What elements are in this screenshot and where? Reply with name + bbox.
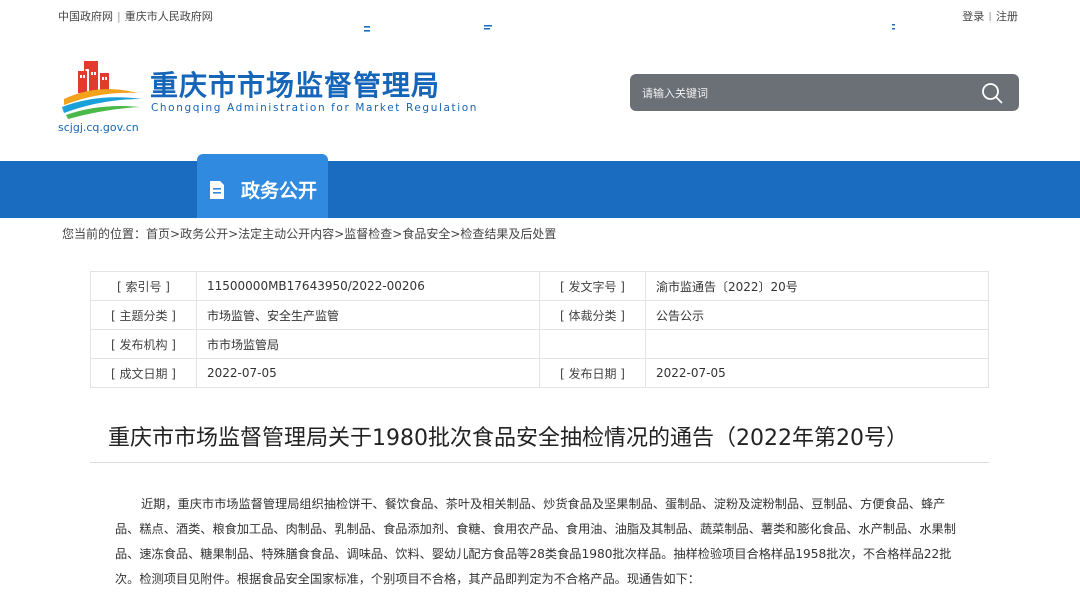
title-divider (90, 462, 989, 463)
nav-item-label: 各区县局 (920, 19, 997, 41)
search-icon[interactable] (981, 82, 1003, 104)
home-icon (86, 17, 110, 41)
nav-item-interaction[interactable]: 互动交流 (478, 0, 590, 57)
meta-value: 市场监管、安全生产监管 (196, 300, 540, 330)
breadcrumb-prefix: 您当前的位置： (62, 227, 147, 241)
nav-item-label: 互动交流 (514, 19, 591, 41)
breadcrumb: 您当前的位置：首页>政务公开>法定主动公开内容>监督检查>食品安全>检查结果及后… (62, 225, 556, 242)
table-row: [ 发布机构 ] 市市场监管局 (90, 329, 989, 359)
nav-item-home[interactable]: 首页 (86, 0, 160, 57)
breadcrumb-item-gov-affairs[interactable]: 政务公开 (180, 227, 228, 241)
site-title[interactable]: 重庆市市场监督管理局 (150, 64, 440, 104)
article-body: 近期，重庆市市场监督管理局组织抽检饼干、餐饮食品、茶叶及相关制品、炒货食品及坚果… (115, 497, 956, 586)
meta-value: 2022-07-05 (645, 358, 989, 388)
chat-icon (478, 17, 502, 41)
meta-key: [ 成文日期 ] (90, 358, 197, 388)
nav-item-gov-affairs[interactable]: 政务公开 (205, 161, 317, 218)
site-domain: scjgj.cq.gov.cn (58, 121, 139, 134)
stack-icon (750, 17, 774, 41)
document-icon (205, 178, 229, 202)
breadcrumb-sep: > (334, 227, 345, 241)
breadcrumb-sep: > (450, 227, 461, 241)
meta-value: 渝市监通告〔2022〕20号 (645, 271, 989, 301)
nav-item-data-release[interactable]: 数据发布 (613, 0, 725, 57)
register-link[interactable]: 注册 (996, 10, 1018, 23)
meta-key: [ 发文字号 ] (539, 271, 646, 301)
meta-key: [ 发布机构 ] (90, 329, 197, 359)
monitor-chart-icon (613, 17, 637, 41)
breadcrumb-sep: > (392, 227, 403, 241)
nav-item-districts[interactable]: 各区县局 (884, 0, 996, 57)
breadcrumb-item-supervision[interactable]: 监督检查 (344, 227, 392, 241)
meta-value: 公告公示 (645, 300, 989, 330)
meta-key: [ 体裁分类 ] (539, 300, 646, 330)
table-row: [ 成文日期 ] 2022-07-05 [ 发布日期 ] 2022-07-05 (90, 358, 989, 388)
table-row: [ 索引号 ] 11500000MB17643950/2022-00206 [ … (90, 271, 989, 301)
meta-key: [ 主题分类 ] (90, 300, 197, 330)
nav-item-label: 渝快办 (388, 19, 446, 41)
breadcrumb-item-statutory[interactable]: 法定主动公开内容 (238, 227, 334, 241)
book-icon (352, 17, 376, 41)
nav-item-label: 首页 (122, 19, 161, 41)
buildings-icon (884, 17, 908, 41)
main-nav (0, 161, 1080, 218)
meta-key: [ 索引号 ] (90, 271, 197, 301)
site-subtitle: Chongqing Administration for Market Regu… (151, 102, 479, 114)
table-row: [ 主题分类 ] 市场监管、安全生产监管 [ 体裁分类 ] 公告公示 (90, 300, 989, 330)
meta-value: 11500000MB17643950/2022-00206 (196, 271, 540, 301)
search-box (630, 74, 1019, 111)
search-input[interactable] (642, 83, 962, 103)
nav-item-yukuaiban[interactable]: 渝快办 (352, 0, 445, 57)
breadcrumb-sep: > (228, 227, 239, 241)
meta-key: [ 发布日期 ] (539, 358, 646, 388)
breadcrumb-item-home[interactable]: 首页 (146, 227, 170, 241)
article-title: 重庆市市场监督管理局关于1980批次食品安全抽检情况的通告（2022年第20号） (108, 426, 908, 451)
breadcrumb-item-results[interactable]: 检查结果及后处置 (460, 227, 556, 241)
nav-item-label: 专题专栏 (786, 19, 863, 41)
nav-item-label: 数据发布 (649, 19, 726, 41)
nav-item-label: 政务公开 (241, 180, 318, 202)
meta-value: 市市场监管局 (196, 329, 540, 359)
nav-item-special-topics[interactable]: 专题专栏 (750, 0, 862, 57)
meta-value (645, 329, 989, 359)
document-meta-table: [ 索引号 ] 11500000MB17643950/2022-00206 [ … (90, 271, 989, 388)
breadcrumb-item-food-safety[interactable]: 食品安全 (402, 227, 450, 241)
meta-value: 2022-07-05 (196, 358, 540, 388)
meta-key (539, 329, 646, 359)
breadcrumb-sep: > (170, 227, 181, 241)
